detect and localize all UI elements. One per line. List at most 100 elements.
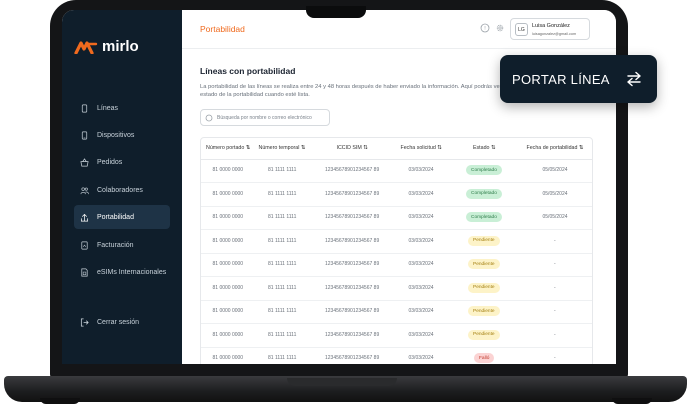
table-row[interactable]: 81 0000 0000 81 1111 1111 1234567890123456…	[201, 159, 592, 183]
search-icon	[205, 114, 213, 122]
column-header[interactable]: Fecha de portabilidad ⇅	[527, 145, 584, 151]
logout-label: Cerrar sesión	[97, 318, 140, 326]
table-cell: 12345678901234567 89	[325, 190, 380, 197]
table-cell: 12345678901234567 89	[325, 261, 380, 267]
table-cell: -	[554, 237, 556, 244]
portar-linea-button[interactable]: PORTAR LÍNEA	[500, 55, 657, 103]
table-cell: 81 0000 0000	[212, 167, 244, 173]
table-cell: -	[554, 284, 556, 291]
status-badge: Completado	[466, 188, 502, 199]
table-cell: 81 0000 0000	[212, 237, 244, 244]
status-badge: Pendiente	[468, 329, 500, 340]
gear-icon[interactable]	[495, 23, 505, 33]
invoice-icon	[81, 241, 88, 249]
help-icon[interactable]: !	[480, 23, 490, 33]
sidebar-item-label: Facturación	[97, 241, 134, 249]
status-badge: Pendiente	[468, 259, 500, 269]
table-cell: -	[554, 308, 556, 314]
table-cell: 03/03/2024	[408, 284, 434, 291]
sidebar-item-esims-internacionales[interactable]: eSIMs Internacionales	[74, 260, 170, 284]
section-description: La portabilidad de las líneas se realiza…	[200, 84, 508, 98]
status-badge: Completado	[466, 165, 502, 175]
table-cell: 03/03/2024	[408, 167, 434, 173]
table-row[interactable]: 81 0000 0000 81 1111 1111 1234567890123456…	[201, 253, 592, 277]
table-cell: 81 0000 0000	[212, 214, 244, 220]
sidebar-item-label: eSIMs Internacionales	[97, 268, 167, 276]
column-header[interactable]: Fecha solicitud ⇅	[401, 145, 442, 151]
table-cell: 03/03/2024	[408, 261, 434, 267]
table-cell: 12345678901234567 89	[325, 331, 380, 338]
column-header[interactable]: Estado ⇅	[473, 145, 495, 151]
user-email: luisagonzalez@gmail.com	[532, 32, 577, 36]
table-cell: 03/03/2024	[408, 190, 434, 197]
table-cell: 81 1111 1111	[268, 190, 297, 197]
table-header: Número portado ⇅ Número temporal ⇅ ICCID S…	[201, 138, 592, 160]
table-cell: 12345678901234567 89	[325, 214, 380, 220]
sidebar-item-dispositivos[interactable]: Dispositivos	[74, 123, 170, 147]
status-badge: Pendiente	[468, 306, 500, 316]
sidebar-item-label: Portabilidad	[97, 213, 134, 221]
table-cell: 81 1111 1111	[268, 214, 297, 220]
column-header[interactable]: ICCID SIM ⇅	[337, 145, 368, 151]
sidebar-item-líneas[interactable]: Líneas	[74, 96, 170, 120]
section-title: Líneas con portabilidad	[200, 66, 296, 76]
table-cell: 03/03/2024	[408, 214, 434, 220]
brand-name: mirlo	[102, 38, 139, 55]
laptop-groove	[287, 378, 397, 386]
page-title: Portabilidad	[200, 24, 245, 34]
search-input[interactable]	[217, 110, 327, 125]
table-cell: 81 0000 0000	[212, 355, 244, 361]
table-cell: 81 0000 0000	[212, 284, 244, 291]
user-menu[interactable]: LG Luisa González luisagonzalez@gmail.co…	[510, 18, 590, 40]
search-box[interactable]	[200, 109, 330, 126]
table-cell: 03/03/2024	[408, 331, 434, 338]
status-badge: Pendiente	[468, 282, 500, 293]
table-row[interactable]: 81 0000 0000 81 1111 1111 1234567890123456…	[201, 347, 592, 364]
sidebar-item-facturación[interactable]: Facturación	[74, 233, 170, 257]
table-cell: 05/05/2024	[542, 214, 568, 220]
table-cell: 81 0000 0000	[212, 331, 244, 338]
table-cell: 81 0000 0000	[212, 190, 244, 197]
swap-arrows-icon	[627, 71, 641, 87]
laptop-foot	[612, 398, 652, 404]
table-row[interactable]: 81 0000 0000 81 1111 1111 1234567890123456…	[201, 324, 592, 348]
logo: mirlo	[74, 38, 139, 55]
phone-icon	[81, 104, 88, 112]
user-name: Luisa González	[532, 23, 570, 29]
table-row[interactable]: 81 0000 0000 81 1111 1111 1234567890123456…	[201, 230, 592, 254]
sidebar-item-portabilidad[interactable]: Portabilidad	[74, 205, 170, 229]
users-icon	[80, 186, 89, 194]
table-row[interactable]: 81 0000 0000 81 1111 1111 1234567890123456…	[201, 300, 592, 324]
column-header[interactable]: Número portado ⇅	[206, 145, 250, 151]
status-badge: Completado	[466, 212, 502, 222]
sidebar-item-label: Dispositivos	[97, 131, 135, 139]
table-cell: 12345678901234567 89	[325, 167, 380, 173]
table-cell: 81 1111 1111	[268, 355, 297, 361]
table-row[interactable]: 81 0000 0000 81 1111 1111 1234567890123456…	[201, 277, 592, 301]
logout-button[interactable]: Cerrar sesión	[74, 310, 170, 334]
portar-linea-label: PORTAR LÍNEA	[512, 71, 610, 87]
table-cell: 12345678901234567 89	[325, 237, 380, 244]
topbar: Portabilidad ! LG Luisa González luisago…	[182, 10, 616, 49]
svg-text:!: !	[484, 26, 486, 32]
table-cell: -	[554, 331, 556, 338]
sim-icon	[81, 268, 88, 276]
table-cell: 03/03/2024	[408, 308, 434, 314]
table-cell: 81 1111 1111	[268, 331, 297, 338]
sidebar-item-label: Colaboradores	[97, 186, 143, 194]
sidebar-item-label: Pedidos	[97, 158, 123, 166]
laptop-foot	[40, 398, 80, 404]
sidebar-item-colaboradores[interactable]: Colaboradores	[74, 178, 170, 202]
table-cell: 05/05/2024	[542, 167, 568, 173]
table-cell: 05/05/2024	[542, 190, 568, 197]
sidebar-item-pedidos[interactable]: Pedidos	[74, 150, 170, 174]
avatar: LG	[515, 23, 528, 36]
logout-icon	[80, 317, 89, 327]
portability-table: Número portado ⇅ Número temporal ⇅ ICCID S…	[200, 137, 593, 364]
sidebar: mirlo Líneas Dispositivos Pedidos Colaborad…	[62, 10, 182, 364]
table-cell: 81 1111 1111	[268, 167, 297, 173]
table-row[interactable]: 81 0000 0000 81 1111 1111 1234567890123456…	[201, 183, 592, 207]
table-cell: 12345678901234567 89	[325, 308, 380, 314]
column-header[interactable]: Número temporal ⇅	[259, 145, 306, 151]
table-row[interactable]: 81 0000 0000 81 1111 1111 1234567890123456…	[201, 206, 592, 230]
